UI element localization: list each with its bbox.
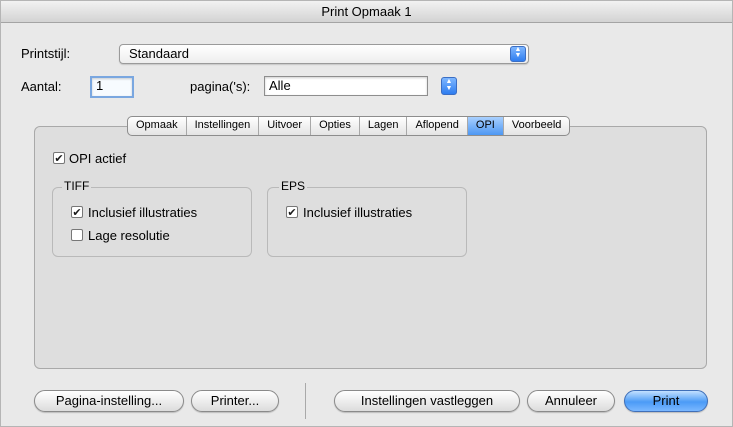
printer-button[interactable]: Printer... bbox=[191, 390, 279, 412]
eps-group bbox=[267, 187, 467, 257]
updown-arrows-icon: ▲ ▼ bbox=[510, 46, 526, 62]
opi-active-label: OPI actief bbox=[69, 151, 127, 166]
page-setup-button[interactable]: Pagina-instelling... bbox=[34, 390, 184, 412]
pages-updown-arrows-icon[interactable]: ▲ ▼ bbox=[441, 77, 457, 95]
tiff-include-label: Inclusief illustraties bbox=[88, 205, 198, 220]
tab-lagen[interactable]: Lagen bbox=[360, 117, 408, 135]
print-dialog: Print Opmaak 1 Printstijl: Standaard ▲ ▼ … bbox=[0, 0, 733, 427]
tab-opties[interactable]: Opties bbox=[311, 117, 360, 135]
tiff-lowres-label: Lage resolutie bbox=[88, 228, 170, 243]
copies-label: Aantal: bbox=[21, 79, 62, 94]
tab-aflopend[interactable]: Aflopend bbox=[407, 117, 468, 135]
tiff-lowres-checkbox[interactable] bbox=[71, 229, 83, 241]
eps-group-title: EPS bbox=[279, 179, 308, 193]
tab-uitvoer[interactable]: Uitvoer bbox=[259, 117, 312, 135]
tab-bar: Opmaak Instellingen Uitvoer Opties Lagen… bbox=[127, 116, 571, 136]
tiff-include-checkbox[interactable] bbox=[71, 206, 83, 218]
opi-active-checkbox[interactable] bbox=[53, 152, 65, 164]
cancel-button[interactable]: Annuleer bbox=[527, 390, 615, 412]
tab-opi[interactable]: OPI bbox=[467, 117, 504, 135]
tab-voorbeeld[interactable]: Voorbeeld bbox=[504, 117, 570, 135]
capture-settings-button[interactable]: Instellingen vastleggen bbox=[334, 390, 520, 412]
tab-instellingen[interactable]: Instellingen bbox=[187, 117, 260, 135]
print-style-label: Printstijl: bbox=[21, 46, 71, 61]
eps-include-checkbox[interactable] bbox=[286, 206, 298, 218]
button-separator bbox=[305, 383, 306, 419]
print-style-select[interactable]: Standaard ▲ ▼ bbox=[119, 44, 529, 64]
tiff-group bbox=[52, 187, 252, 257]
window-title: Print Opmaak 1 bbox=[1, 1, 732, 23]
print-button[interactable]: Print bbox=[624, 390, 708, 412]
print-style-value: Standaard bbox=[129, 46, 189, 61]
pages-label: pagina('s): bbox=[190, 79, 251, 94]
eps-include-label: Inclusief illustraties bbox=[303, 205, 413, 220]
copies-field[interactable]: 1 bbox=[90, 76, 134, 98]
pages-field[interactable]: Alle bbox=[264, 76, 428, 96]
tab-opmaak[interactable]: Opmaak bbox=[128, 117, 187, 135]
tiff-group-title: TIFF bbox=[62, 179, 92, 193]
